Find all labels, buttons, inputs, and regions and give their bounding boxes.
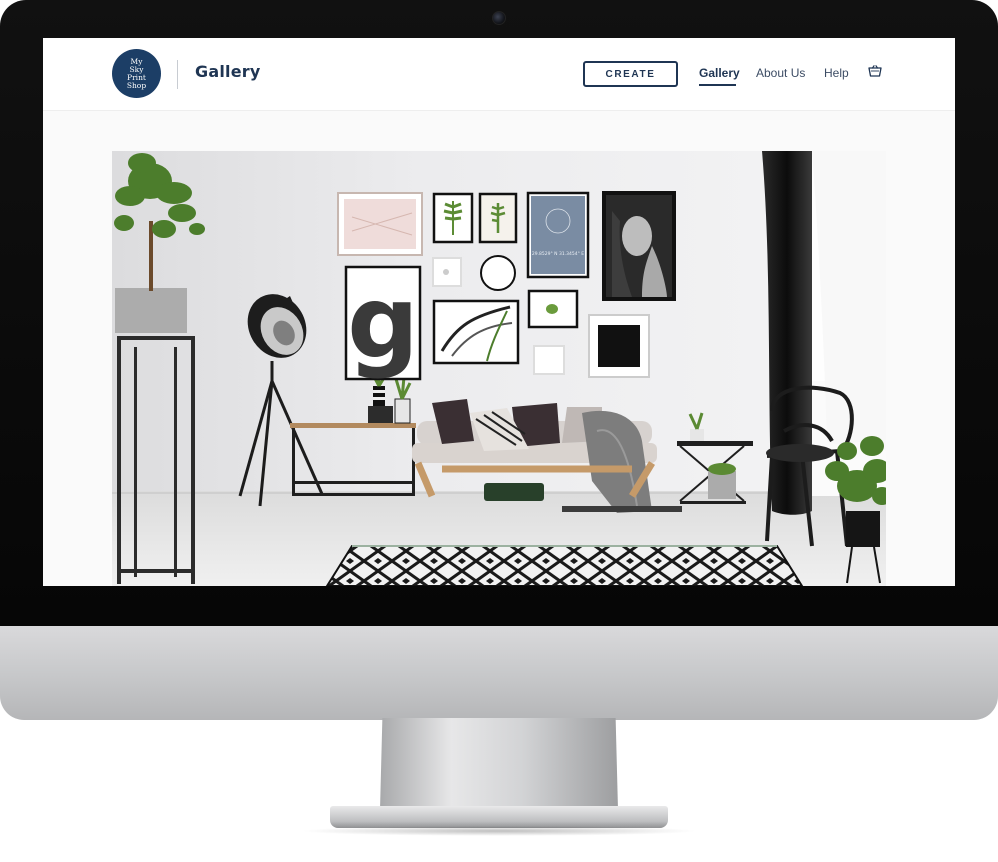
nav-help[interactable]: Help	[824, 66, 849, 80]
monitor-chin	[0, 626, 998, 720]
monitor-stand-neck	[380, 718, 618, 810]
webcam	[492, 11, 506, 25]
browser-screen: My Sky Print Shop Gallery CREATE Gallery…	[43, 38, 955, 586]
nav-about-us[interactable]: About Us	[756, 66, 805, 80]
page-title: Gallery	[195, 62, 261, 81]
brand-logo[interactable]: My Sky Print Shop	[112, 49, 161, 98]
monitor-stand-base	[330, 806, 668, 828]
site-header: My Sky Print Shop Gallery CREATE Gallery…	[43, 38, 955, 111]
poster-letter: g	[347, 264, 419, 381]
cart-icon[interactable]	[868, 65, 882, 79]
poster-caption: 29.8529° N 31.3454° E	[532, 251, 584, 257]
hero-room-image: 29.8529° N 31.3454° E g	[112, 151, 886, 586]
active-nav-underline	[699, 84, 736, 86]
room-scene: 29.8529° N 31.3454° E g	[112, 151, 886, 586]
stand-shadow	[300, 826, 698, 836]
nav-gallery[interactable]: Gallery	[699, 66, 740, 80]
header-divider	[177, 60, 178, 89]
create-button[interactable]: CREATE	[583, 61, 678, 87]
